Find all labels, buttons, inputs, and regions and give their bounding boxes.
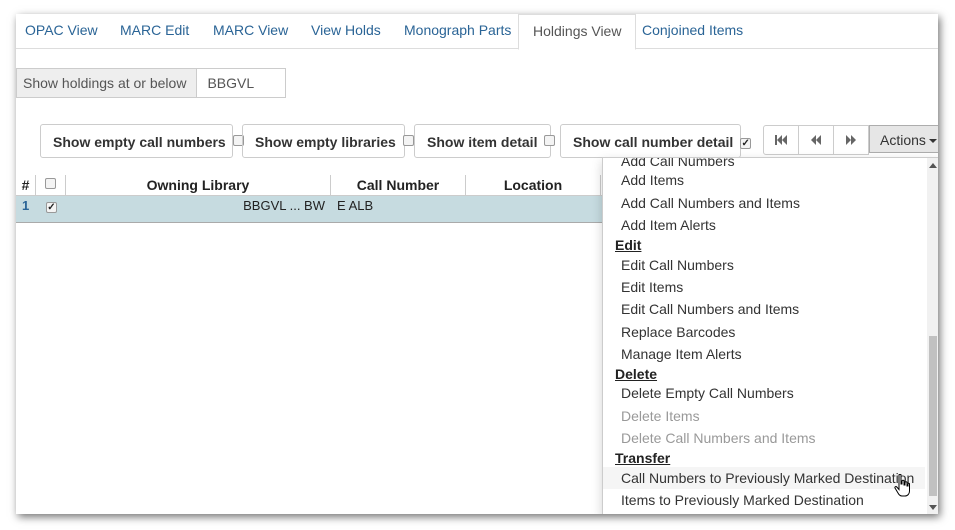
row-select-checkbox[interactable]: ✓ — [46, 202, 57, 213]
option-label: Show empty call numbers — [53, 134, 226, 150]
previous-page-button[interactable] — [798, 125, 834, 155]
catalog-window: OPAC View MARC Edit MARC View View Holds… — [16, 14, 938, 514]
menu-header-delete: Delete — [615, 366, 658, 382]
menu-item-delete-empty-call-numbers[interactable]: Delete Empty Call Numbers — [603, 382, 925, 404]
menu-item-manage-item-alerts[interactable]: Manage Item Alerts — [603, 343, 925, 365]
show-empty-call-numbers-option[interactable]: Show empty call numbers — [40, 124, 244, 158]
menu-item-delete-items: Delete Items — [621, 408, 700, 424]
header-location[interactable]: Location — [466, 175, 601, 195]
holdings-org-selector[interactable]: BBGVL — [197, 68, 287, 98]
scroll-down-icon[interactable] — [929, 505, 937, 510]
hand-pointer-icon — [894, 474, 910, 497]
first-page-button[interactable] — [763, 125, 799, 155]
menu-item-add-items[interactable]: Add Items — [603, 169, 925, 191]
scroll-up-icon[interactable] — [929, 163, 937, 168]
show-empty-libraries-checkbox[interactable] — [402, 135, 414, 146]
show-item-detail-option[interactable]: Show item detail — [414, 124, 556, 158]
holdings-filter: Show holdings at or below BBGVL — [16, 68, 287, 98]
show-call-number-detail-option[interactable]: Show call number detail ✓ — [560, 124, 752, 158]
option-label: Show empty libraries — [255, 134, 396, 150]
scrollbar-thumb[interactable] — [929, 336, 937, 496]
actions-button[interactable]: Actions — [869, 125, 938, 153]
menu-header-transfer: Transfer — [615, 450, 671, 466]
show-call-number-detail-checkbox[interactable]: ✓ — [740, 138, 752, 149]
menu-item-edit-call-numbers[interactable]: Edit Call Numbers — [603, 254, 925, 276]
header-owning-library[interactable]: Owning Library — [66, 175, 331, 195]
holdings-filter-label: Show holdings at or below — [16, 68, 198, 98]
tab-marc-edit[interactable]: MARC Edit — [120, 14, 189, 47]
menu-item-delete-call-numbers-and-items: Delete Call Numbers and Items — [621, 430, 816, 446]
menu-item-add-call-numbers-and-items[interactable]: Add Call Numbers and Items — [603, 192, 925, 214]
record-tabs: OPAC View MARC Edit MARC View View Holds… — [16, 14, 938, 50]
tab-opac-view[interactable]: OPAC View — [25, 14, 98, 47]
tab-view-holds[interactable]: View Holds — [311, 14, 381, 47]
owning-library-cell: BBGVL ... BW — [243, 198, 325, 213]
option-label: Show item detail — [427, 134, 538, 150]
menu-item-transfer-call-numbers[interactable]: Call Numbers to Previously Marked Destin… — [603, 467, 925, 489]
call-number-cell: E ALB — [337, 198, 374, 213]
header-row-number: # — [16, 175, 36, 195]
select-all-checkbox[interactable] — [45, 178, 56, 189]
forward-icon — [846, 135, 856, 145]
pager — [763, 125, 869, 155]
row-number: 1 — [22, 198, 30, 213]
menu-item-edit-call-numbers-and-items[interactable]: Edit Call Numbers and Items — [603, 298, 925, 320]
tab-conjoined-items[interactable]: Conjoined Items — [642, 14, 743, 47]
menu-item-add-item-alerts[interactable]: Add Item Alerts — [603, 214, 925, 236]
tab-marc-view[interactable]: MARC View — [213, 14, 288, 47]
actions-label: Actions — [880, 132, 926, 148]
row-select[interactable]: ✓ — [46, 197, 57, 219]
actions-menu: Add Call Numbers Add Items Add Call Numb… — [602, 157, 938, 514]
tab-holdings-view[interactable]: Holdings View — [518, 14, 637, 50]
show-empty-libraries-option[interactable]: Show empty libraries — [242, 124, 414, 158]
caret-down-icon — [928, 139, 937, 143]
tab-monograph-parts[interactable]: Monograph Parts — [404, 14, 511, 47]
first-page-icon — [775, 135, 787, 145]
next-page-button[interactable] — [833, 125, 869, 155]
menu-item-replace-barcodes[interactable]: Replace Barcodes — [603, 321, 925, 343]
show-item-detail-checkbox[interactable] — [544, 135, 556, 146]
menu-item-transfer-items[interactable]: Items to Previously Marked Destination — [603, 489, 925, 511]
header-call-number[interactable]: Call Number — [331, 175, 466, 195]
menu-header-edit: Edit — [615, 237, 642, 253]
menu-scrollbar[interactable] — [927, 158, 938, 514]
menu-item-edit-items[interactable]: Edit Items — [603, 276, 925, 298]
header-select-all[interactable] — [36, 175, 66, 195]
backward-icon — [811, 135, 821, 145]
option-label: Show call number detail — [573, 134, 734, 150]
